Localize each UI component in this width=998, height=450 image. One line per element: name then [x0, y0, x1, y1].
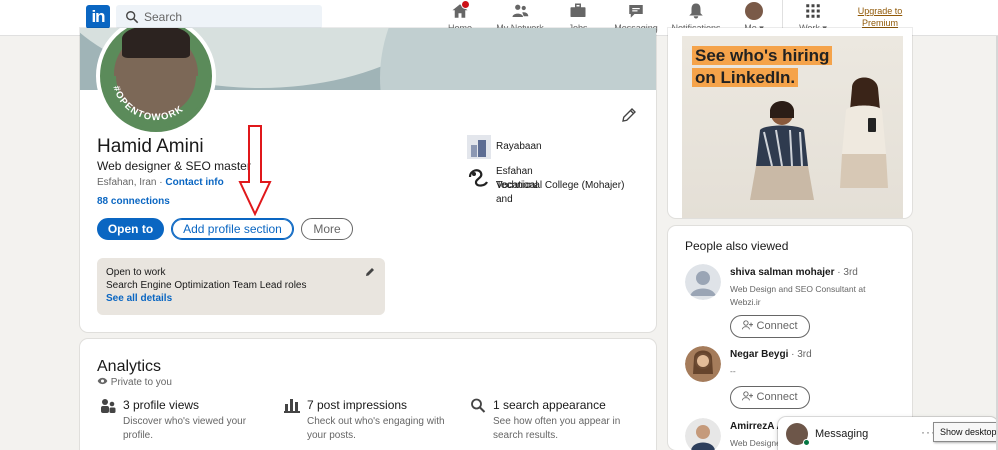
profile-name: Hamid Amini — [97, 136, 204, 157]
open-to-work-box[interactable]: Open to work Search Engine Optimization … — [97, 258, 385, 315]
profile-location-row: Esfahan, Iran · Contact info — [97, 177, 224, 188]
grid-icon — [806, 4, 820, 18]
person-name[interactable]: AmirrezA A — [730, 421, 784, 432]
ad-person-illustration — [840, 77, 888, 188]
education-org-line2: Vocational College (Mohajer) — [496, 180, 625, 191]
bell-icon — [689, 3, 703, 19]
post-impressions-desc: Check out who's engaging with your posts. — [307, 416, 445, 441]
more-button[interactable]: More — [301, 218, 353, 240]
analytics-title: Analytics — [97, 358, 162, 375]
search-icon — [471, 398, 486, 413]
svg-text:#OPENTOWORK: #OPENTOWORK — [110, 84, 186, 123]
person-headline: Web Design and SEO Consultant at Webzi.ir — [730, 284, 866, 307]
add-profile-section-button[interactable]: Add profile section — [171, 218, 294, 240]
profile-headline: Web designer & SEO master — [97, 159, 251, 173]
hiring-ad-image[interactable]: See who's hiring on LinkedIn. — [682, 36, 903, 218]
open-to-work-ring-text: #OPENTOWORK — [110, 84, 184, 123]
profile-views-desc: Discover who's viewed your profile. — [123, 416, 247, 441]
messaging-label: Messaging — [815, 428, 869, 440]
ad-line2: on LinkedIn. — [692, 68, 799, 87]
messaging-icon — [629, 5, 643, 18]
experience-org-name: Rayabaan — [496, 141, 542, 152]
profile-location: Esfahan, Iran — [97, 177, 157, 188]
connect-button[interactable]: Connect — [730, 386, 810, 409]
post-impressions-count: 7 post impressions — [307, 398, 408, 412]
avatar — [745, 2, 763, 20]
profile-views-count: 3 profile views — [123, 398, 200, 412]
add-user-icon — [742, 320, 754, 330]
upgrade-premium-link[interactable]: Upgrade to Premium — [850, 5, 910, 29]
linkedin-logo-icon[interactable]: in — [86, 5, 110, 29]
open-to-work-title: Open to work — [106, 267, 166, 278]
school-logo-icon — [468, 169, 488, 187]
edit-pencil-icon[interactable] — [620, 106, 638, 124]
open-to-work-frame: #OPENTOWORK — [104, 76, 208, 128]
analytics-privacy: Private to you — [97, 376, 172, 388]
online-status-icon — [803, 439, 810, 446]
analytics-card: Analytics Private to you 3 profile views… — [80, 339, 656, 450]
search-appearance-count: 1 search appearance — [493, 398, 606, 412]
ad-line1: See who's hiring — [692, 46, 833, 65]
analytics-privacy-label: Private to you — [110, 377, 172, 388]
ad-headline: See who's hiring on LinkedIn. — [692, 45, 833, 89]
network-icon — [512, 4, 529, 17]
open-to-button[interactable]: Open to — [97, 218, 164, 240]
show-desktop-tooltip: Show desktop — [933, 422, 998, 442]
profile-card: #OPENTOWORK Hamid Amini Web designer & S… — [80, 28, 656, 332]
ad-person-illustration — [750, 101, 814, 200]
person-headline: -- — [730, 366, 736, 376]
edit-pencil-icon[interactable] — [364, 266, 376, 278]
profile-avatar[interactable]: #OPENTOWORK — [96, 28, 216, 136]
connections-link[interactable]: 88 connections — [97, 196, 170, 207]
see-all-details-link[interactable]: See all details — [106, 292, 376, 305]
bar-chart-icon — [284, 399, 300, 413]
person-name[interactable]: Negar Beygi · 3rd — [730, 349, 812, 360]
connect-button[interactable]: Connect — [730, 315, 810, 338]
people-icon — [101, 399, 116, 413]
search-appearance-desc: See how often you appear in search result… — [493, 416, 621, 441]
search-box[interactable] — [116, 5, 322, 29]
hiring-ad-card[interactable]: See who's hiring on LinkedIn. — [668, 28, 912, 218]
search-icon — [126, 11, 139, 24]
search-input[interactable] — [144, 8, 314, 26]
add-user-icon — [742, 391, 754, 401]
eye-icon — [97, 377, 108, 385]
contact-info-link[interactable]: Contact info — [165, 177, 223, 188]
avatar — [685, 346, 721, 382]
annotation-arrow-icon — [238, 125, 272, 216]
open-to-work-description: Search Engine Optimization Team Lead rol… — [106, 280, 307, 291]
premium-line1: Upgrade to — [857, 6, 903, 16]
briefcase-icon — [570, 3, 586, 17]
company-logo-icon — [467, 135, 491, 159]
people-also-viewed-title: People also viewed — [685, 239, 789, 253]
notification-badge — [461, 0, 470, 9]
person-name[interactable]: shiva salman mohajer · 3rd — [730, 267, 858, 278]
avatar — [685, 418, 721, 450]
premium-line2: Premium — [861, 18, 898, 28]
avatar — [685, 264, 721, 300]
